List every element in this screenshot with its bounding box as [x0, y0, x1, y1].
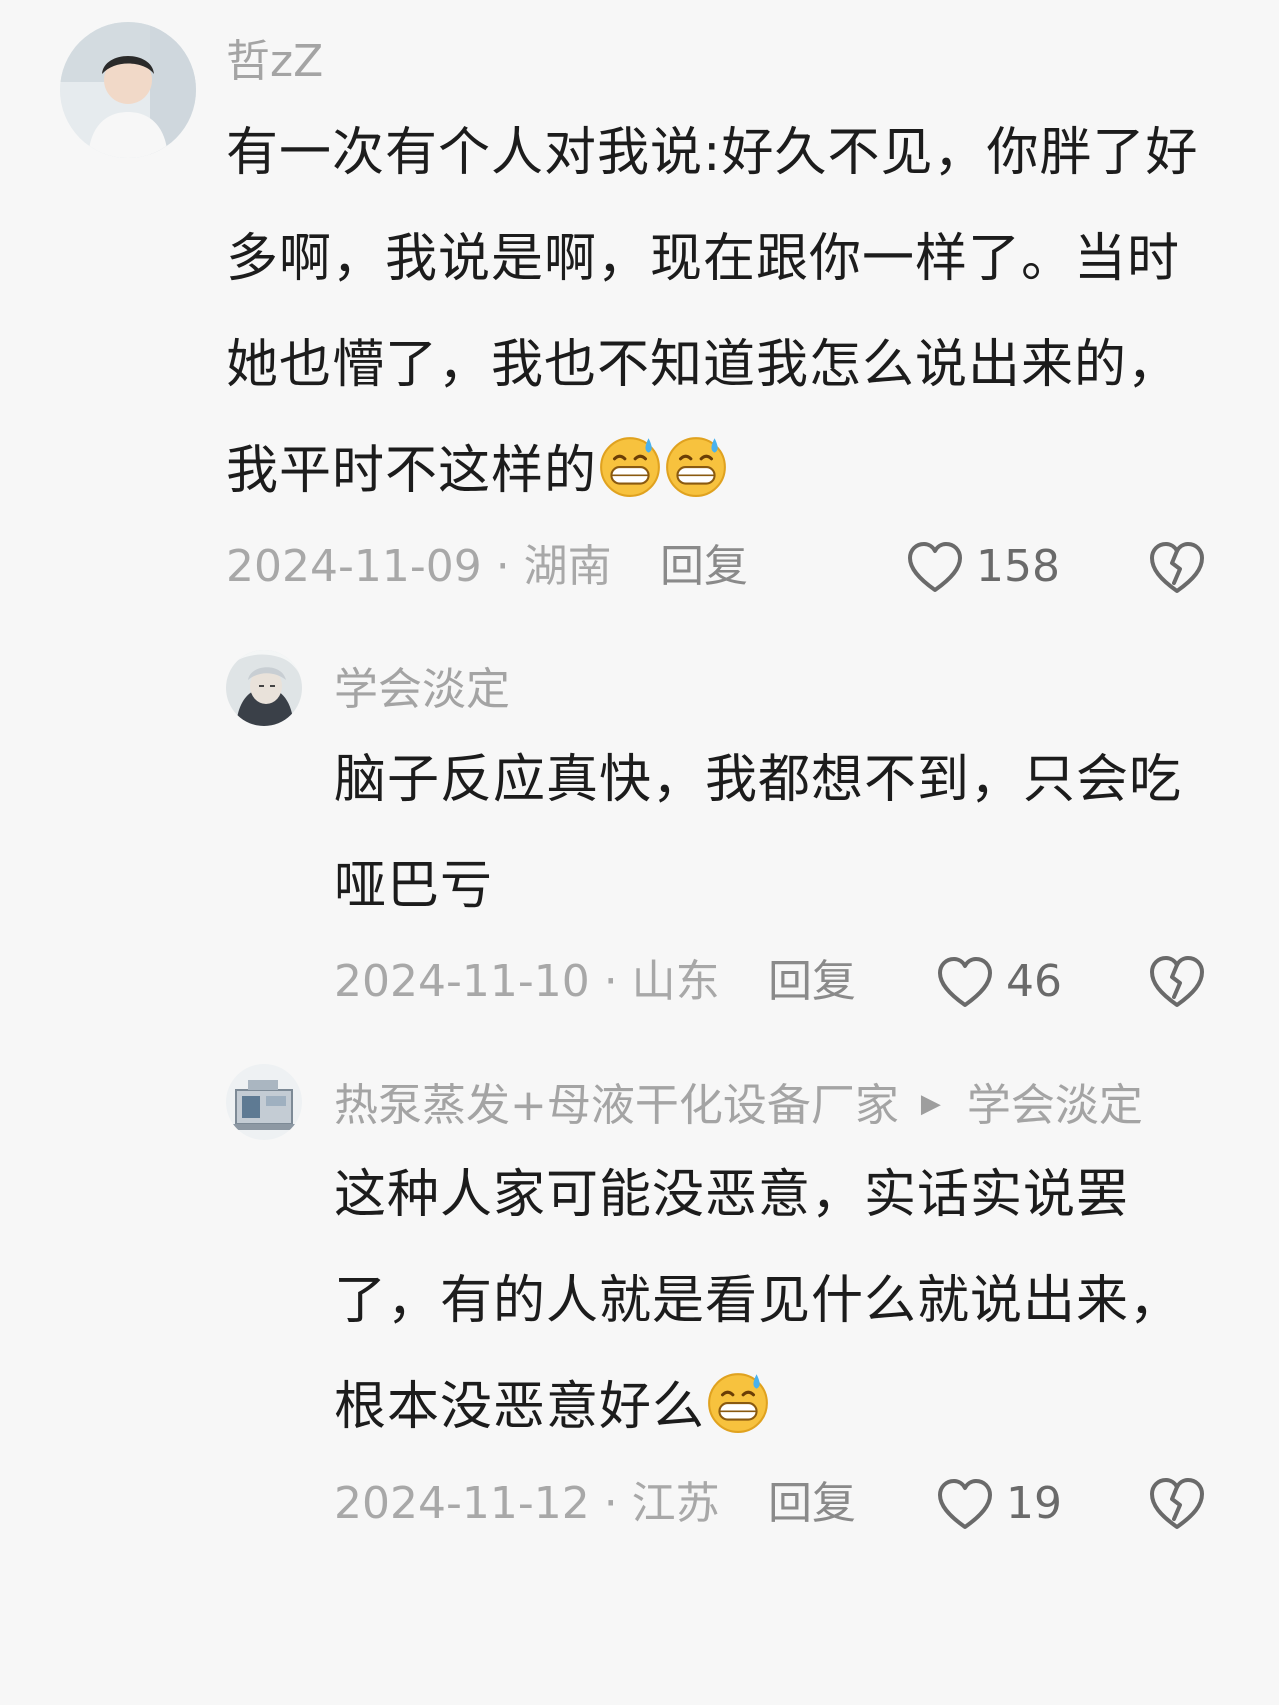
username: 热泵蒸发+母液干化设备厂家 ▶ 学会淡定 — [334, 1076, 1143, 1138]
like-button[interactable]: 158 — [906, 537, 1060, 597]
grinning-sweat-emoji-icon — [663, 432, 729, 498]
avatar[interactable] — [60, 22, 196, 158]
avatar[interactable] — [226, 1064, 302, 1140]
heart-outline-icon — [906, 540, 964, 594]
comment-text: 这种人家可能没恶意，实话实说罢了，有的人就是看见什么就说出来，根本没恶意好么 — [334, 1142, 1214, 1460]
heart-outline-icon — [936, 1477, 994, 1531]
triangle-right-icon: ▶ — [920, 1089, 941, 1119]
reply-button[interactable]: 回复 — [768, 952, 856, 1012]
grinning-sweat-emoji-icon — [597, 432, 663, 498]
broken-heart-icon — [1148, 1475, 1206, 1531]
like-button[interactable]: 46 — [936, 952, 1062, 1012]
date-location: 2024-11-10 · 山东 — [334, 956, 720, 1007]
grinning-sweat-emoji-icon — [705, 1368, 771, 1434]
date-location: 2024-11-09 · 湖南 — [226, 541, 612, 592]
broken-heart-icon — [1148, 953, 1206, 1009]
like-button[interactable]: 19 — [936, 1474, 1062, 1534]
like-count: 19 — [1006, 1478, 1062, 1529]
reply-author-name[interactable]: 热泵蒸发+母液干化设备厂家 — [334, 1080, 899, 1131]
comment-text-body: 脑子反应真快，我都想不到，只会吃哑巴亏 — [334, 750, 1183, 916]
comment-text: 脑子反应真快，我都想不到，只会吃哑巴亏 — [334, 727, 1214, 939]
broken-heart-icon — [1148, 539, 1206, 595]
avatar[interactable] — [226, 650, 302, 726]
like-count: 46 — [1006, 956, 1062, 1007]
date-location: 2024-11-12 · 江苏 — [334, 1478, 720, 1529]
reply-target-name[interactable]: 学会淡定 — [967, 1080, 1143, 1131]
comment-text: 有一次有个人对我说:好久不见，你胖了好多啊，我说是啊，现在跟你一样了。当时她也懵… — [226, 100, 1216, 524]
username[interactable]: 学会淡定 — [334, 660, 510, 720]
reply-button[interactable]: 回复 — [768, 1474, 856, 1534]
heart-outline-icon — [936, 955, 994, 1009]
like-count: 158 — [976, 541, 1060, 592]
dislike-button[interactable] — [1148, 1475, 1206, 1531]
dislike-button[interactable] — [1148, 539, 1206, 595]
username[interactable]: 哲zZ — [226, 32, 323, 92]
reply-button[interactable]: 回复 — [660, 537, 748, 597]
dislike-button[interactable] — [1148, 953, 1206, 1009]
